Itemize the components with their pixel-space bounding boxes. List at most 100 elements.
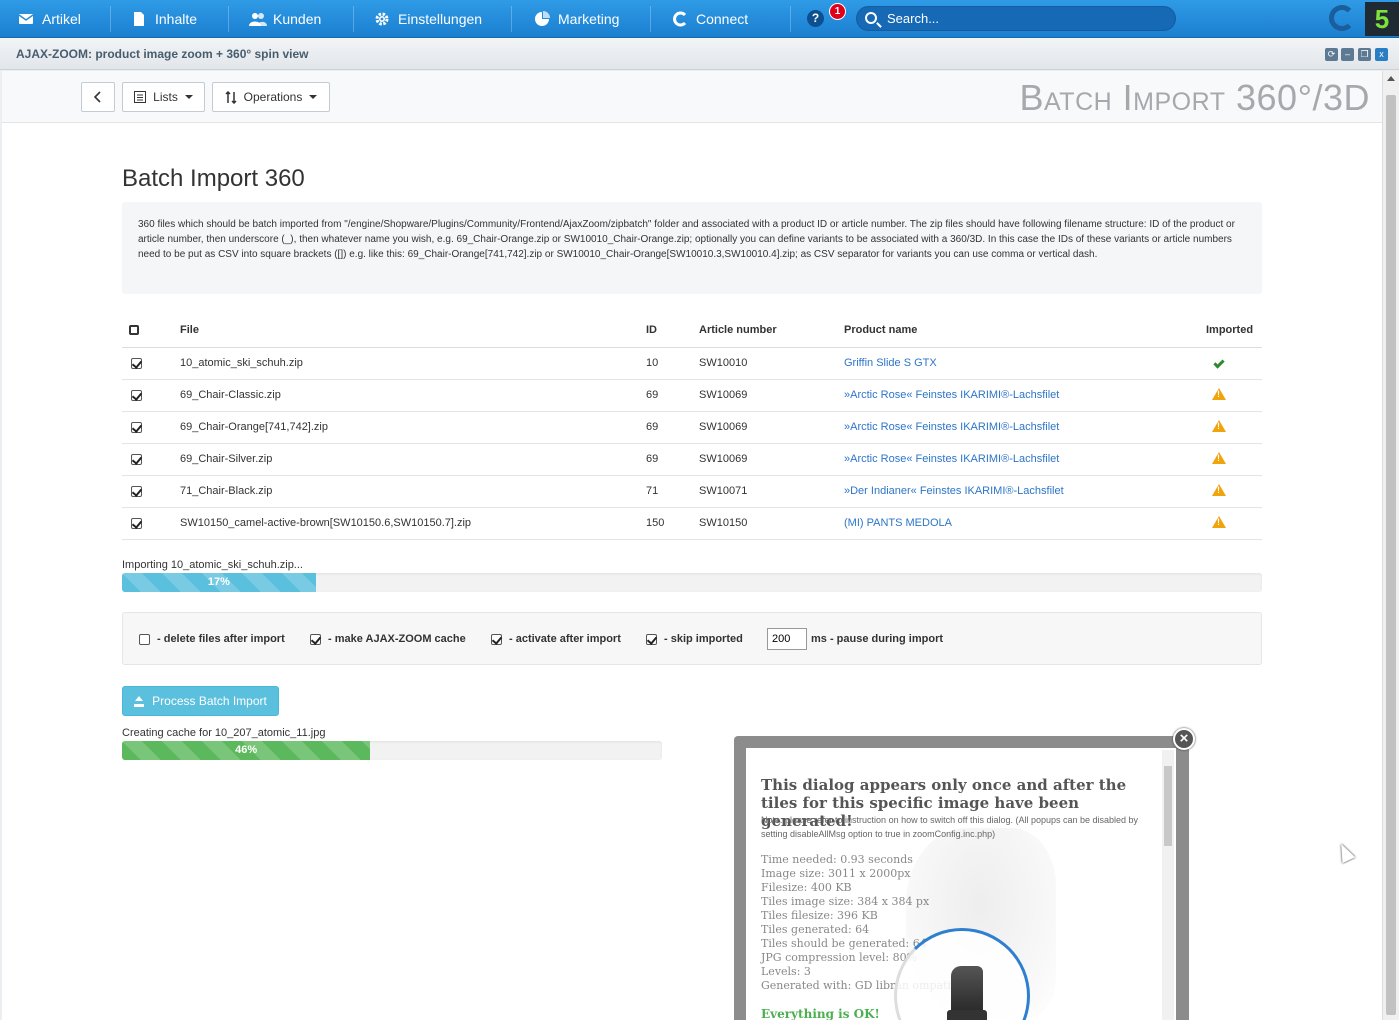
dialog-close-button[interactable]: × xyxy=(1173,728,1195,750)
option-delete-files[interactable]: - delete files after import xyxy=(139,633,285,645)
nav-divider xyxy=(790,6,791,32)
cache-progress-bar: 46% xyxy=(122,741,662,760)
window-title: AJAX-ZOOM: product image zoom + 360° spi… xyxy=(16,47,309,61)
close-window-button[interactable]: x xyxy=(1375,48,1388,61)
pie-chart-icon xyxy=(534,10,550,27)
list-icon xyxy=(134,91,147,103)
row-file: SW10150_camel-active-brown[SW10150.6,SW1… xyxy=(180,507,646,540)
row-article: SW10069 xyxy=(699,411,844,444)
row-checkbox[interactable] xyxy=(131,421,142,433)
skip-imported-checkbox[interactable] xyxy=(646,633,657,645)
nav-label: Einstellungen xyxy=(398,10,483,27)
page-scrollbar[interactable] xyxy=(1382,71,1399,1020)
header-imported: Imported xyxy=(1206,314,1262,348)
option-make-cache[interactable]: - make AJAX-ZOOM cache xyxy=(310,633,466,645)
header-product: Product name xyxy=(844,314,1206,348)
shopware-5-logo: 5 xyxy=(1365,2,1399,36)
dialog-body: This dialog appears only once and after … xyxy=(746,748,1176,1020)
option-activate[interactable]: - activate after import xyxy=(491,633,621,645)
process-batch-import-button[interactable]: Process Batch Import xyxy=(122,686,279,716)
row-id: 69 xyxy=(646,443,699,476)
nav-divider xyxy=(650,6,651,32)
refresh-window-icon[interactable]: ⟳ xyxy=(1325,48,1338,61)
caret-down-icon xyxy=(309,95,318,99)
caret-down-icon xyxy=(184,95,193,99)
back-button[interactable] xyxy=(81,82,115,112)
row-id: 10 xyxy=(646,347,699,380)
select-all-checkbox[interactable] xyxy=(129,325,139,336)
nav-marketing[interactable]: Marketing xyxy=(534,0,619,37)
document-icon xyxy=(131,11,147,27)
dialog-stat-line: Filesize: 400 KB xyxy=(761,881,852,894)
header-file: File xyxy=(180,314,646,348)
lists-dropdown[interactable]: Lists xyxy=(122,82,205,112)
check-icon xyxy=(1213,357,1225,369)
nav-artikel[interactable]: Artikel xyxy=(18,0,81,37)
delete-files-checkbox[interactable] xyxy=(139,633,150,645)
scroll-thumb[interactable] xyxy=(1386,95,1396,1015)
activate-checkbox[interactable] xyxy=(491,633,502,645)
nav-divider xyxy=(228,6,229,32)
delete-files-label: - delete files after import xyxy=(157,633,285,645)
notification-badge[interactable]: 1 xyxy=(829,3,846,20)
row-id: 69 xyxy=(646,379,699,412)
nav-kunden[interactable]: Kunden xyxy=(249,0,321,37)
header-id: ID xyxy=(646,314,699,348)
nav-connect[interactable]: Connect xyxy=(672,0,748,37)
nav-label: Marketing xyxy=(558,10,620,27)
row-id: 71 xyxy=(646,475,699,508)
dialog-scrollbar[interactable] xyxy=(1162,750,1174,1020)
nav-einstellungen[interactable]: Einstellungen xyxy=(374,0,482,37)
row-product-link[interactable]: »Arctic Rose« Feinstes IKARIMI®-Lachsfil… xyxy=(844,421,1059,433)
mail-icon xyxy=(18,11,34,27)
nav-label: Inhalte xyxy=(155,10,198,27)
scroll-up-arrow-icon[interactable] xyxy=(1387,76,1395,81)
row-file: 71_Chair-Black.zip xyxy=(180,475,646,508)
table-row: 69_Chair-Classic.zip 69 SW10069 »Arctic Ros… xyxy=(122,379,1262,412)
dialog-stat-line: Tiles image size: 384 x 384 px xyxy=(761,895,930,908)
row-article: SW10069 xyxy=(699,443,844,476)
row-file: 69_Chair-Orange[741,742].zip xyxy=(180,411,646,444)
table-row: 10_atomic_ski_schuh.zip 10 SW10010 Griffin … xyxy=(122,347,1262,380)
row-checkbox[interactable] xyxy=(131,453,142,465)
connect-icon xyxy=(672,11,688,27)
chevron-left-icon xyxy=(94,91,101,103)
warning-icon xyxy=(1212,483,1226,496)
gear-icon xyxy=(374,11,390,27)
header-article: Article number xyxy=(699,314,844,348)
dialog-scroll-thumb[interactable] xyxy=(1164,766,1172,846)
help-icon[interactable]: ? xyxy=(807,10,824,27)
make-cache-label: - make AJAX-ZOOM cache xyxy=(328,633,466,645)
maximize-window-icon[interactable]: ❐ xyxy=(1358,48,1371,61)
pause-ms-input[interactable] xyxy=(767,628,807,650)
nav-label: Kunden xyxy=(273,10,322,27)
option-skip-imported[interactable]: - skip imported xyxy=(646,633,743,645)
table-row: 71_Chair-Black.zip 71 SW10071 »Der Indianer… xyxy=(122,475,1262,508)
row-file: 10_atomic_ski_schuh.zip xyxy=(180,347,646,380)
import-options: - delete files after import - make AJAX-… xyxy=(122,612,1262,665)
page-title: Batch Import 360 xyxy=(122,165,305,192)
row-checkbox[interactable] xyxy=(131,485,142,497)
nav-inhalte[interactable]: Inhalte xyxy=(131,0,197,37)
toolbar: Lists Operations Batch Import 360°/3D xyxy=(2,71,1382,123)
row-file: 69_Chair-Classic.zip xyxy=(180,379,646,412)
operations-dropdown[interactable]: Operations xyxy=(212,82,330,112)
row-article: SW10150 xyxy=(699,507,844,540)
search-input[interactable]: Search... xyxy=(856,6,1176,31)
make-cache-checkbox[interactable] xyxy=(310,633,321,645)
row-checkbox[interactable] xyxy=(131,389,142,401)
ski-boot-thumbnail xyxy=(947,966,987,1020)
operations-label: Operations xyxy=(243,90,303,104)
row-id: 150 xyxy=(646,507,699,540)
row-product-link[interactable]: Griffin Slide S GTX xyxy=(844,357,937,369)
row-checkbox[interactable] xyxy=(131,517,142,529)
table-row: SW10150_camel-active-brown[SW10150.6,SW1… xyxy=(122,507,1262,540)
row-product-link[interactable]: »Arctic Rose« Feinstes IKARIMI®-Lachsfil… xyxy=(844,389,1059,401)
row-checkbox[interactable] xyxy=(131,357,142,369)
minimize-window-icon[interactable]: – xyxy=(1341,48,1354,61)
row-product-link[interactable]: (MI) PANTS MEDOLA xyxy=(844,517,952,529)
row-product-link[interactable]: »Der Indianer« Feinstes IKARIMI®-Lachsfi… xyxy=(844,485,1064,497)
process-button-label: Process Batch Import xyxy=(152,694,267,708)
import-progress-bar: 17% xyxy=(122,573,1262,592)
row-product-link[interactable]: »Arctic Rose« Feinstes IKARIMI®-Lachsfil… xyxy=(844,453,1059,465)
